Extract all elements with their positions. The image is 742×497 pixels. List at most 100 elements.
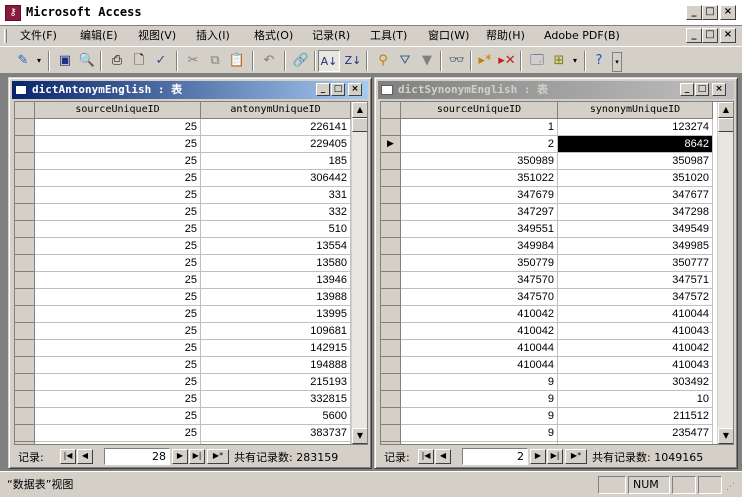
table-row[interactable]: 25 13988 [15, 289, 367, 306]
cell-source-id[interactable]: 25 [35, 374, 201, 391]
menu-file[interactable]: 文件(F) [20, 28, 57, 44]
table-row[interactable]: 25 109681 [15, 323, 367, 340]
previous-record-icon[interactable]: ◀ [435, 449, 451, 464]
cell-source-id[interactable]: 25 [35, 153, 201, 170]
record-selector[interactable] [381, 221, 401, 238]
cell-source-id[interactable]: 25 [35, 357, 201, 374]
table-row[interactable]: 25 215193 [15, 374, 367, 391]
cell-source-id[interactable]: 351022 [401, 170, 558, 187]
record-selector[interactable] [15, 255, 35, 272]
column-header-synonymUniqueID[interactable]: synonymUniqueID [558, 102, 713, 119]
table-row[interactable]: 25 194888 [15, 357, 367, 374]
cell-source-id[interactable]: 347570 [401, 289, 558, 306]
table-row[interactable]: 347570 347571 [381, 272, 733, 289]
cell-target-id[interactable]: 211512 [558, 408, 713, 425]
cell-source-id[interactable]: 25 [35, 204, 201, 221]
table-row[interactable]: 25 185 [15, 153, 367, 170]
record-selector[interactable] [15, 425, 35, 442]
cell-target-id[interactable]: 235477 [558, 425, 713, 442]
table-row[interactable]: 25 229405 [15, 136, 367, 153]
cell-target-id[interactable]: 109681 [201, 323, 351, 340]
menu-insert[interactable]: 插入(I) [196, 28, 230, 44]
cell-target-id[interactable]: 303492 [558, 374, 713, 391]
cell-target-id[interactable]: 383737 [201, 425, 351, 442]
table-row[interactable]: 410042 410043 [381, 323, 733, 340]
cell-source-id[interactable]: 350779 [401, 255, 558, 272]
cell-source-id[interactable]: 350989 [401, 153, 558, 170]
menu-format[interactable]: 格式(O) [254, 28, 293, 44]
previous-record-icon[interactable]: ◀ [77, 449, 93, 464]
record-selector[interactable] [381, 119, 401, 136]
record-selector[interactable] [381, 323, 401, 340]
record-selector[interactable] [15, 272, 35, 289]
scroll-up-icon[interactable]: ▲ [718, 102, 733, 118]
cell-target-id[interactable]: 347677 [558, 187, 713, 204]
table-row[interactable]: 25 510 [15, 221, 367, 238]
cell-source-id[interactable]: 347297 [401, 204, 558, 221]
table-row[interactable]: 25 13554 [15, 238, 367, 255]
scroll-up-icon[interactable]: ▲ [352, 102, 367, 118]
menu-adobe-pdf[interactable]: Adobe PDF(B) [544, 28, 620, 44]
table-row[interactable]: 25 5600 [15, 408, 367, 425]
record-selector[interactable] [381, 306, 401, 323]
new-record-nav-icon[interactable]: ▶* [207, 449, 229, 464]
cell-target-id[interactable]: 5600 [201, 408, 351, 425]
record-selector[interactable] [381, 238, 401, 255]
record-selector[interactable] [15, 374, 35, 391]
table-row[interactable]: 25 13946 [15, 272, 367, 289]
antonym-window-titlebar[interactable]: dictAntonymEnglish : 表 [12, 81, 368, 99]
save-icon[interactable]: ▣ [54, 50, 76, 72]
cell-target-id[interactable]: 350987 [558, 153, 713, 170]
record-selector[interactable] [15, 408, 35, 425]
cell-source-id[interactable]: 25 [35, 442, 201, 444]
record-selector[interactable] [381, 187, 401, 204]
cell-source-id[interactable]: 25 [35, 136, 201, 153]
sort-ascending-icon[interactable]: A↓ [318, 50, 340, 72]
table-row[interactable]: 25 13995 [15, 306, 367, 323]
cell-target-id[interactable]: 10 [558, 391, 713, 408]
synonym-datasheet[interactable]: sourceUniqueID synonymUniqueID 1 123274 ▶ 2… [380, 101, 734, 445]
table-row[interactable]: 1 123274 [381, 119, 733, 136]
cell-source-id[interactable]: 10 [401, 442, 558, 444]
table-row[interactable]: 25 383737 [15, 425, 367, 442]
record-selector[interactable] [15, 187, 35, 204]
menu-tools[interactable]: 工具(T) [370, 28, 407, 44]
cell-source-id[interactable]: 25 [35, 272, 201, 289]
minimize-button[interactable]: _ [686, 5, 702, 20]
antonym-close-button[interactable]: × [348, 83, 362, 96]
new-record-icon[interactable]: ▸* [474, 50, 496, 72]
record-selector[interactable] [15, 357, 35, 374]
menu-window[interactable]: 窗口(W) [428, 28, 469, 44]
cell-target-id[interactable]: 226141 [201, 119, 351, 136]
cell-target-id[interactable]: 229405 [201, 136, 351, 153]
cell-target-id[interactable]: 8642 [558, 136, 713, 153]
select-all-corner[interactable] [381, 102, 401, 119]
cell-target-id[interactable]: 347571 [558, 272, 713, 289]
record-selector[interactable] [381, 340, 401, 357]
cell-target-id[interactable]: 185 [201, 153, 351, 170]
first-record-icon[interactable]: |◀ [60, 449, 76, 464]
spelling-icon[interactable]: ✓ [150, 50, 172, 72]
record-selector[interactable] [15, 391, 35, 408]
record-selector[interactable] [381, 204, 401, 221]
synonym-vertical-scrollbar[interactable]: ▲ ▼ [717, 102, 733, 444]
record-selector[interactable] [15, 119, 35, 136]
print-icon[interactable]: ⎙ [106, 50, 128, 72]
select-all-corner[interactable] [15, 102, 35, 119]
scroll-thumb[interactable] [718, 118, 733, 132]
cell-target-id[interactable]: 16056 [201, 442, 351, 444]
next-record-icon[interactable]: ▶ [530, 449, 546, 464]
next-record-icon[interactable]: ▶ [172, 449, 188, 464]
cell-source-id[interactable]: 347679 [401, 187, 558, 204]
current-record-arrow-icon[interactable]: ▶ [15, 442, 35, 444]
synonym-maximize-button[interactable]: □ [695, 83, 709, 96]
cell-target-id[interactable]: 215193 [201, 374, 351, 391]
antonym-vertical-scrollbar[interactable]: ▲ ▼ [351, 102, 367, 444]
table-row[interactable]: 25 13580 [15, 255, 367, 272]
cell-source-id[interactable]: 410044 [401, 357, 558, 374]
cell-target-id[interactable]: 347572 [558, 289, 713, 306]
access-key-icon[interactable]: ⚷ [5, 5, 21, 21]
table-row[interactable]: 9 303492 [381, 374, 733, 391]
table-row[interactable]: 25 306442 [15, 170, 367, 187]
cell-source-id[interactable]: 410044 [401, 340, 558, 357]
